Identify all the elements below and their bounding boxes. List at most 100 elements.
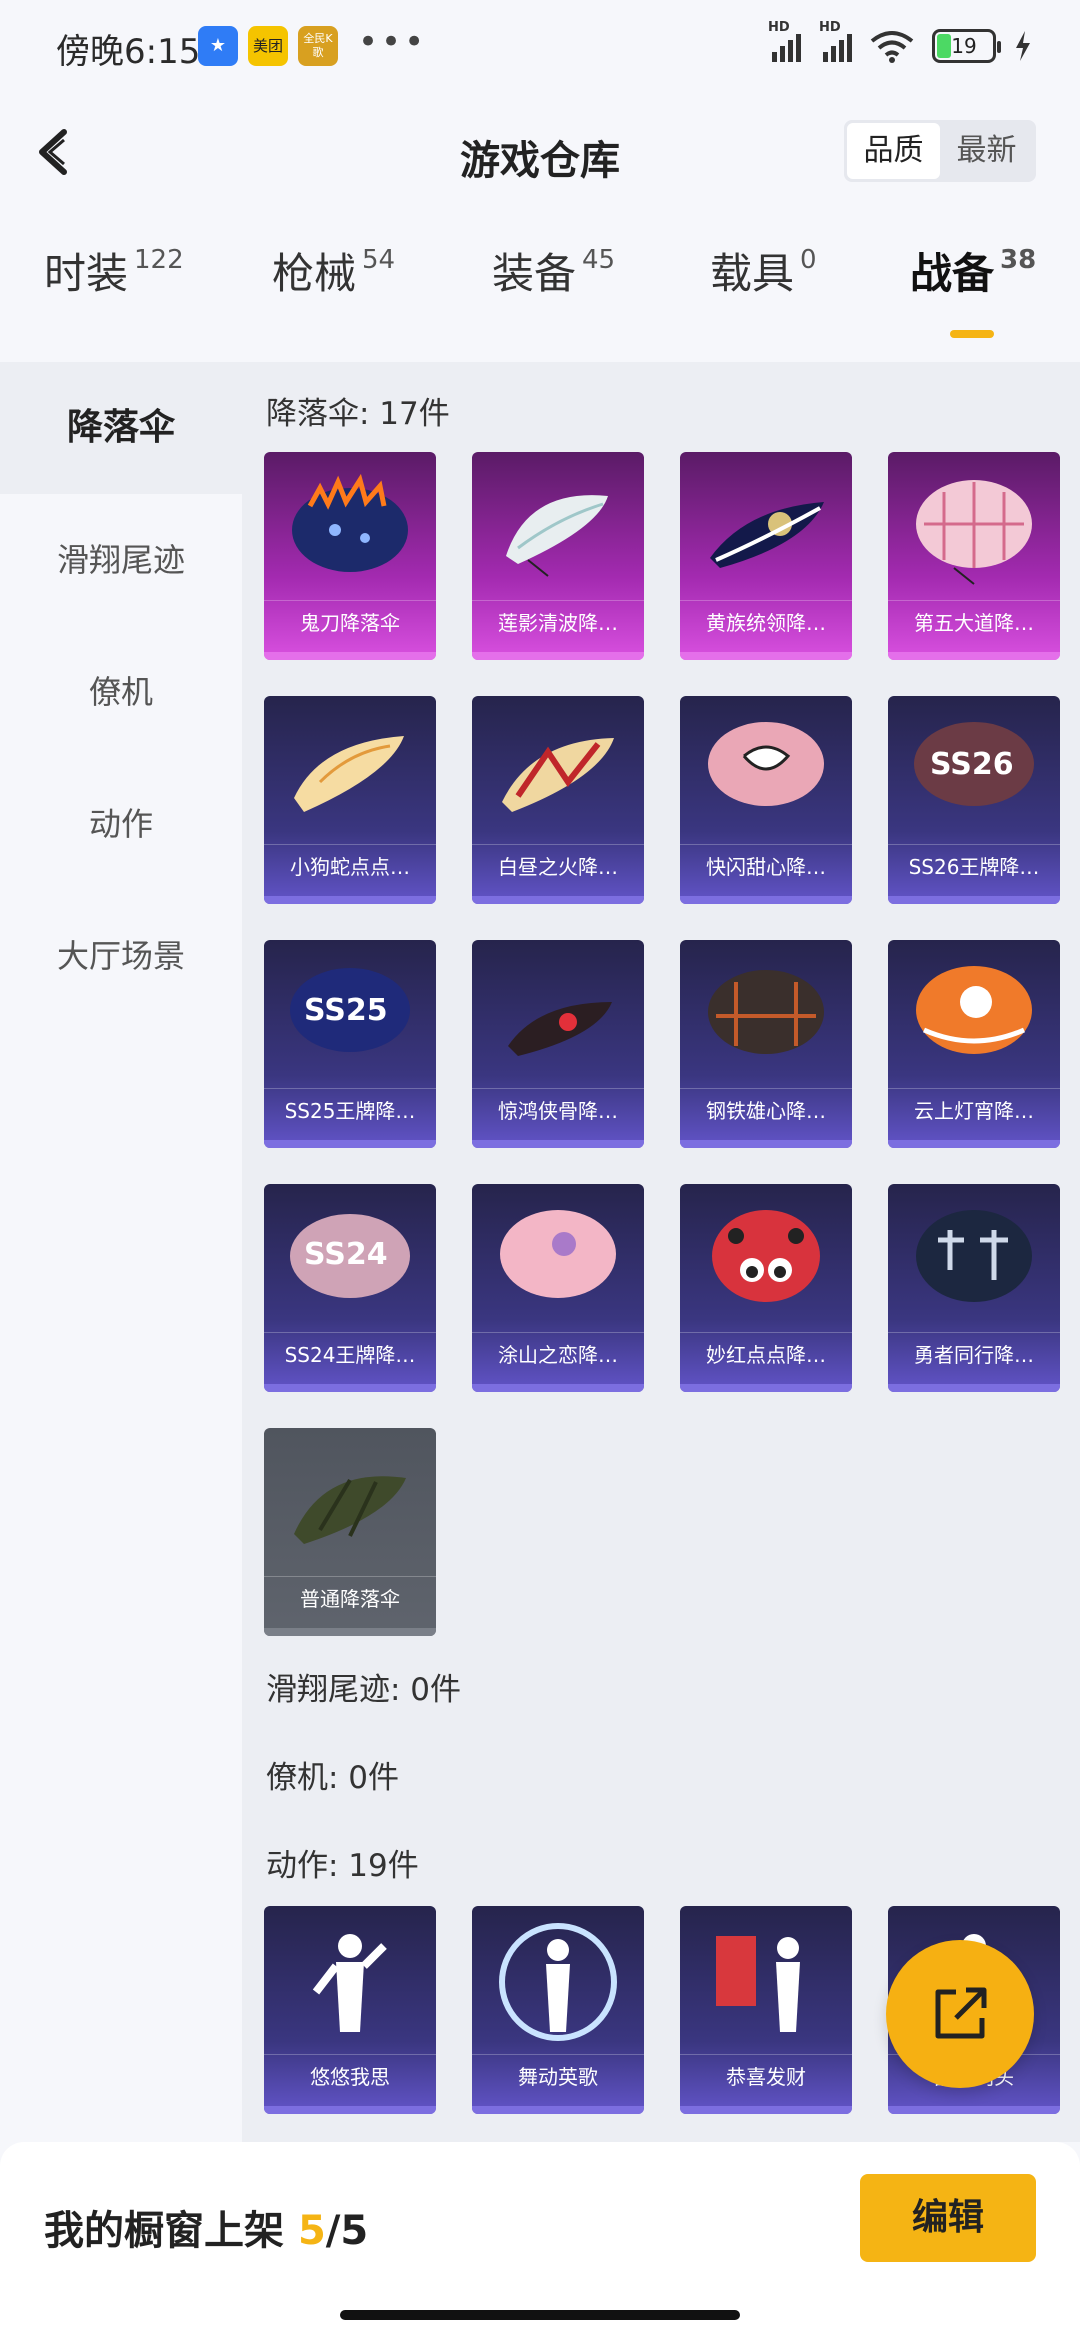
parachute-icon [708, 970, 824, 1054]
signal-icon: HD [768, 20, 801, 62]
page-header: 游戏仓库 品质 最新 [0, 92, 1080, 212]
sort-by-quality-button[interactable]: 品质 [847, 123, 940, 179]
item-name: 妙红点点降… [680, 1332, 852, 1376]
item-card[interactable]: 鬼刀降落伞 [264, 452, 436, 660]
tab-combat-prep[interactable]: 战备 38 [910, 240, 1036, 301]
svg-text:SS26: SS26 [930, 747, 1014, 782]
item-card[interactable]: 黄族统领降… [680, 452, 852, 660]
parachute-icon [708, 722, 824, 806]
item-name: 钢铁雄心降… [680, 1088, 852, 1132]
item-card[interactable]: 涂山之恋降… [472, 1184, 644, 1392]
item-card[interactable]: SS26 SS26王牌降… [888, 696, 1060, 904]
meituan-icon: 美团 [248, 26, 288, 66]
item-name: 黄族统领降… [680, 600, 852, 644]
more-notifications-icon: ••• [358, 22, 428, 62]
parachute-icon [710, 502, 824, 568]
item-name: SS25王牌降… [264, 1088, 436, 1132]
emote-figure-icon [716, 1936, 800, 2032]
item-name: 小狗蛇点点… [264, 844, 436, 888]
parachute-icon: SS25 [290, 968, 410, 1052]
parachute-icon [500, 1210, 616, 1298]
item-card[interactable]: 妙红点点降… [680, 1184, 852, 1392]
item-grid-area: 降落伞: 17件 鬼刀降落伞 莲影清波降… 黄族统领降… 第五大道降… 小狗蛇点… [242, 362, 1080, 2142]
sidebar-item-action[interactable]: 动作 [0, 758, 242, 890]
tab-firearms[interactable]: 枪械 54 [272, 240, 395, 301]
item-name: 莲影清波降… [472, 600, 644, 644]
item-card[interactable]: SS25 SS25王牌降… [264, 940, 436, 1148]
item-name: 勇者同行降… [888, 1332, 1060, 1376]
parachute-icon: SS24 [290, 1214, 410, 1298]
item-card[interactable]: 白昼之火降… [472, 696, 644, 904]
parachute-icon: SS26 [914, 722, 1034, 806]
parachute-icon [294, 1476, 406, 1544]
app-notification-icon: ★ [198, 26, 238, 66]
item-card[interactable]: 云上灯宵降… [888, 940, 1060, 1148]
status-time: 傍晚6:15 [56, 32, 201, 72]
item-card[interactable]: 舞动英歌 [472, 1906, 644, 2114]
item-name: 白昼之火降… [472, 844, 644, 888]
item-name: 惊鸿侠骨降… [472, 1088, 644, 1132]
item-name: 恭喜发财 [680, 2054, 852, 2098]
item-name: 普通降落伞 [264, 1576, 436, 1620]
item-card[interactable]: 悠悠我思 [264, 1906, 436, 2114]
charging-icon [1016, 31, 1030, 61]
section-title-wingman: 僚机: 0件 [266, 1760, 400, 1796]
item-name: SS24王牌降… [264, 1332, 436, 1376]
item-name: 云上灯宵降… [888, 1088, 1060, 1132]
sort-toggle: 品质 最新 [844, 120, 1036, 182]
showcase-count: 我的橱窗上架 5/5 [44, 2208, 369, 2254]
parachute-icon [292, 473, 408, 572]
item-card[interactable]: 惊鸿侠骨降… [472, 940, 644, 1148]
parachute-icon [508, 1002, 612, 1056]
sidebar-item-lobby-scene[interactable]: 大厅场景 [0, 890, 242, 1022]
emote-figure-icon [499, 1923, 617, 2041]
tab-fashion[interactable]: 时装 122 [44, 240, 184, 301]
item-card[interactable]: 第五大道降… [888, 452, 1060, 660]
svg-text:SS24: SS24 [304, 1237, 388, 1272]
item-card[interactable]: 快闪甜心降… [680, 696, 852, 904]
parachute-icon [916, 966, 1032, 1054]
parachute-icon [294, 736, 404, 812]
item-name: SS26王牌降… [888, 844, 1060, 888]
item-card[interactable]: 勇者同行降… [888, 1184, 1060, 1392]
parachute-icon [916, 480, 1032, 585]
tab-vehicles[interactable]: 载具 0 [710, 240, 817, 301]
wifi-icon [870, 31, 914, 63]
share-button[interactable] [886, 1940, 1034, 2088]
sidebar: 降落伞 滑翔尾迹 僚机 动作 大厅场景 [0, 362, 242, 2142]
item-card[interactable]: SS24 SS24王牌降… [264, 1184, 436, 1392]
home-indicator[interactable] [340, 2310, 740, 2320]
section-title-glide-trail: 滑翔尾迹: 0件 [266, 1672, 462, 1708]
item-name: 鬼刀降落伞 [264, 600, 436, 644]
item-name: 第五大道降… [888, 600, 1060, 644]
emote-figure-icon [312, 1934, 387, 2032]
item-card[interactable]: 普通降落伞 [264, 1428, 436, 1636]
sort-by-newest-button[interactable]: 最新 [940, 123, 1033, 179]
edit-button[interactable]: 编辑 [860, 2174, 1036, 2262]
app-icon: 全民K歌 [298, 26, 338, 66]
item-name: 悠悠我思 [264, 2054, 436, 2098]
battery-icon: 19 [932, 29, 1001, 63]
item-name: 涂山之恋降… [472, 1332, 644, 1376]
sidebar-item-glide-trail[interactable]: 滑翔尾迹 [0, 494, 242, 626]
item-name: 舞动英歌 [472, 2054, 644, 2098]
item-name: 快闪甜心降… [680, 844, 852, 888]
parachute-icon [916, 1210, 1032, 1302]
sidebar-item-wingman[interactable]: 僚机 [0, 626, 242, 758]
active-tab-indicator [950, 330, 994, 338]
category-tabs: 时装 122 枪械 54 装备 45 载具 0 战备 38 [0, 240, 1080, 340]
svg-text:SS25: SS25 [304, 993, 388, 1028]
tab-equipment[interactable]: 装备 45 [492, 240, 615, 301]
item-card[interactable]: 恭喜发财 [680, 1906, 852, 2114]
item-card[interactable]: 小狗蛇点点… [264, 696, 436, 904]
section-title-parachute: 降落伞: 17件 [266, 396, 450, 432]
parachute-icon [502, 738, 614, 812]
signal-icon: HD [819, 20, 852, 62]
parachute-icon [506, 495, 608, 577]
sidebar-item-parachute[interactable]: 降落伞 [0, 362, 242, 494]
item-card[interactable]: 钢铁雄心降… [680, 940, 852, 1148]
parachute-icon [712, 1210, 820, 1302]
bottom-bar: 我的橱窗上架 5/5 编辑 [0, 2142, 1080, 2340]
status-bar: 傍晚6:15 ★ 美团 全民K歌 ••• HD HD 19 [0, 0, 1080, 92]
item-card[interactable]: 莲影清波降… [472, 452, 644, 660]
